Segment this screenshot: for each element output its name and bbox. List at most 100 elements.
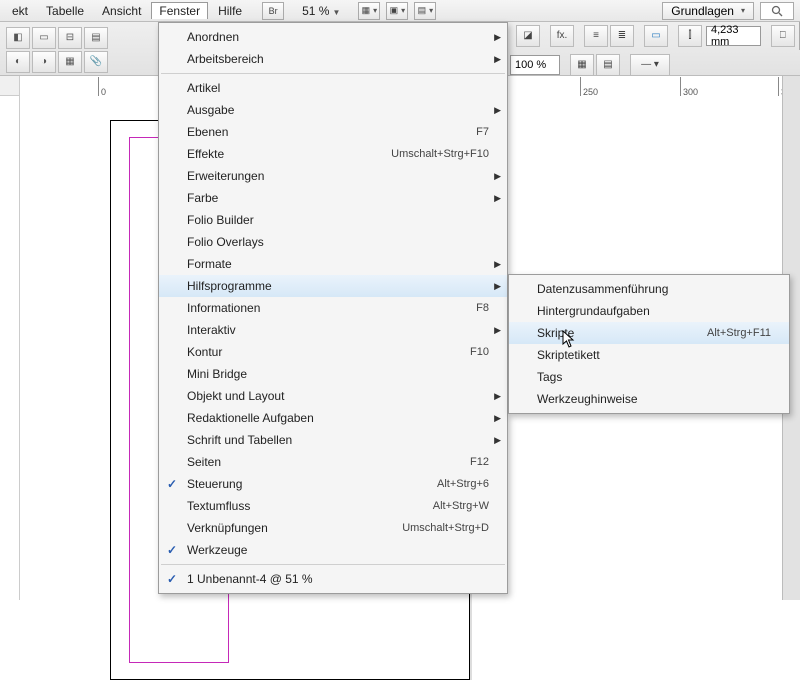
stroke-weight-field[interactable]: 4,233 mm [706,26,761,46]
ruler-origin[interactable] [0,76,20,96]
search-button[interactable] [760,2,794,20]
menu-item-shortcut: F7 [476,126,489,138]
menu-item[interactable]: ✓Werkzeuge [159,539,507,561]
menu-item-label: Verknüpfungen [187,521,362,535]
view-options-icon[interactable]: ▣▾ [386,2,408,20]
menu-objekt[interactable]: ekt [4,2,36,20]
menu-item[interactable]: Kontur F10 [159,341,507,363]
menu-item[interactable]: Formate ▶ [159,253,507,275]
menu-item[interactable]: Hintergrundaufgaben [509,300,789,322]
menu-item[interactable]: Schrift und Tabellen ▶ [159,429,507,451]
submenu-arrow-icon: ▶ [494,325,501,336]
tool-icon[interactable]: ⊟ [58,27,82,49]
menu-item[interactable]: Skriptetikett [509,344,789,366]
menu-item[interactable]: Anordnen ▶ [159,26,507,48]
menu-item-shortcut: Umschalt+Strg+D [402,522,489,534]
workspace-switcher[interactable]: Grundlagen▾ [662,2,754,20]
screen-mode-icon[interactable]: ▦▾ [358,2,380,20]
menu-item[interactable]: InformationenF8 [159,297,507,319]
menu-item-label: Formate [187,257,489,271]
tool-icon[interactable]: ◑ [32,51,56,73]
stroke-icon[interactable]: ⫿ [678,25,702,47]
check-icon: ✓ [167,543,177,557]
stroke-style-dropdown[interactable]: — ▾ [630,54,670,76]
menu-item-label: Steuerung [187,477,397,491]
submenu-arrow-icon: ▶ [494,32,501,43]
effects-icon[interactable]: ▦ [570,54,594,76]
menu-ansicht[interactable]: Ansicht [94,2,149,20]
menu-item-label: Schrift und Tabellen [187,433,489,447]
menu-item[interactable]: Ebenen F7 [159,121,507,143]
ruler-tick: 250 [580,77,598,97]
tool-icon[interactable]: 📎 [84,51,108,73]
menu-tabelle[interactable]: Tabelle [38,2,92,20]
vertical-ruler[interactable] [0,96,20,600]
corner-icon[interactable]: ⎕ [771,25,795,47]
menu-item-label: Mini Bridge [187,367,489,381]
menu-item-label: Hintergrundaufgaben [537,304,771,318]
menu-item[interactable]: Hilfsprogramme▶ [159,275,507,297]
ruler-tick: 300 [680,77,698,97]
tool-icon[interactable]: ▭ [32,27,56,49]
align-icon[interactable]: ≣ [610,25,634,47]
menu-item[interactable]: SeitenF12 [159,451,507,473]
menu-item[interactable]: ✓1 Unbenannt-4 @ 51 % [159,568,507,590]
menu-item-label: Anordnen [187,30,489,44]
menu-item-label: Folio Overlays [187,235,489,249]
tool-icon[interactable]: ◧ [6,27,30,49]
menu-item[interactable]: Datenzusammenführung [509,278,789,300]
swatch-icon[interactable]: ◪ [516,25,540,47]
opacity-field[interactable]: 100 % [510,55,560,75]
bridge-icon[interactable]: Br [262,2,284,20]
menu-item-label: Tags [537,370,771,384]
menu-fenster[interactable]: Fenster [151,2,208,19]
menu-item[interactable]: Ausgabe▶ [159,99,507,121]
menu-hilfe[interactable]: Hilfe [210,2,250,20]
menu-item[interactable]: Mini Bridge [159,363,507,385]
menu-item-shortcut: Umschalt+Strg+F10 [391,148,489,160]
menu-item[interactable]: SkripteAlt+Strg+F11 [509,322,789,344]
submenu-arrow-icon: ▶ [494,391,501,402]
menu-item-label: Skripte [537,326,667,340]
fx-button[interactable]: fx. [550,25,574,47]
menu-item[interactable]: Folio Builder [159,209,507,231]
menu-item-label: Arbeitsbereich [187,52,489,66]
submenu-arrow-icon: ▶ [494,435,501,446]
submenu-arrow-icon: ▶ [494,259,501,270]
submenu-arrow-icon: ▶ [494,281,501,292]
menu-item[interactable]: Werkzeughinweise [509,388,789,410]
menu-item[interactable]: Verknüpfungen Umschalt+Strg+D [159,517,507,539]
tool-icon[interactable]: ◐ [6,51,30,73]
submenu-arrow-icon: ▶ [494,193,501,204]
menu-item[interactable]: Redaktionelle Aufgaben▶ [159,407,507,429]
menu-item-shortcut: F12 [470,456,489,468]
arrange-docs-icon[interactable]: ▤▾ [414,2,436,20]
tool-icon[interactable]: ▦ [58,51,82,73]
menu-item-label: Kontur [187,345,430,359]
menu-item-label: Datenzusammenführung [537,282,771,296]
menu-item[interactable]: Objekt und Layout▶ [159,385,507,407]
menu-item-label: Ebenen [187,125,436,139]
menu-item-label: Skriptetikett [537,348,771,362]
menu-item[interactable]: Arbeitsbereich ▶ [159,48,507,70]
menu-item[interactable]: Tags [509,366,789,388]
menu-item-shortcut: F8 [476,302,489,314]
menu-item[interactable]: Folio Overlays [159,231,507,253]
menu-item[interactable]: EffekteUmschalt+Strg+F10 [159,143,507,165]
menu-item[interactable]: TextumflussAlt+Strg+W [159,495,507,517]
menu-item[interactable]: Artikel [159,77,507,99]
menu-item[interactable]: Erweiterungen▶ [159,165,507,187]
zoom-level[interactable]: 51 %▼ [296,4,346,18]
tool-icon[interactable]: ▤ [84,27,108,49]
menu-item-shortcut: F10 [470,346,489,358]
submenu-arrow-icon: ▶ [494,54,501,65]
align-icon[interactable]: ≡ [584,25,608,47]
menu-item[interactable]: Interaktiv▶ [159,319,507,341]
frame-fit-icon[interactable]: ▭ [644,25,668,47]
menu-item-shortcut: Alt+Strg+6 [437,478,489,490]
effects-icon[interactable]: ▤ [596,54,620,76]
menu-item-label: Textumfluss [187,499,393,513]
menu-item[interactable]: ✓SteuerungAlt+Strg+6 [159,473,507,495]
submenu-arrow-icon: ▶ [494,413,501,424]
menu-item[interactable]: Farbe▶ [159,187,507,209]
